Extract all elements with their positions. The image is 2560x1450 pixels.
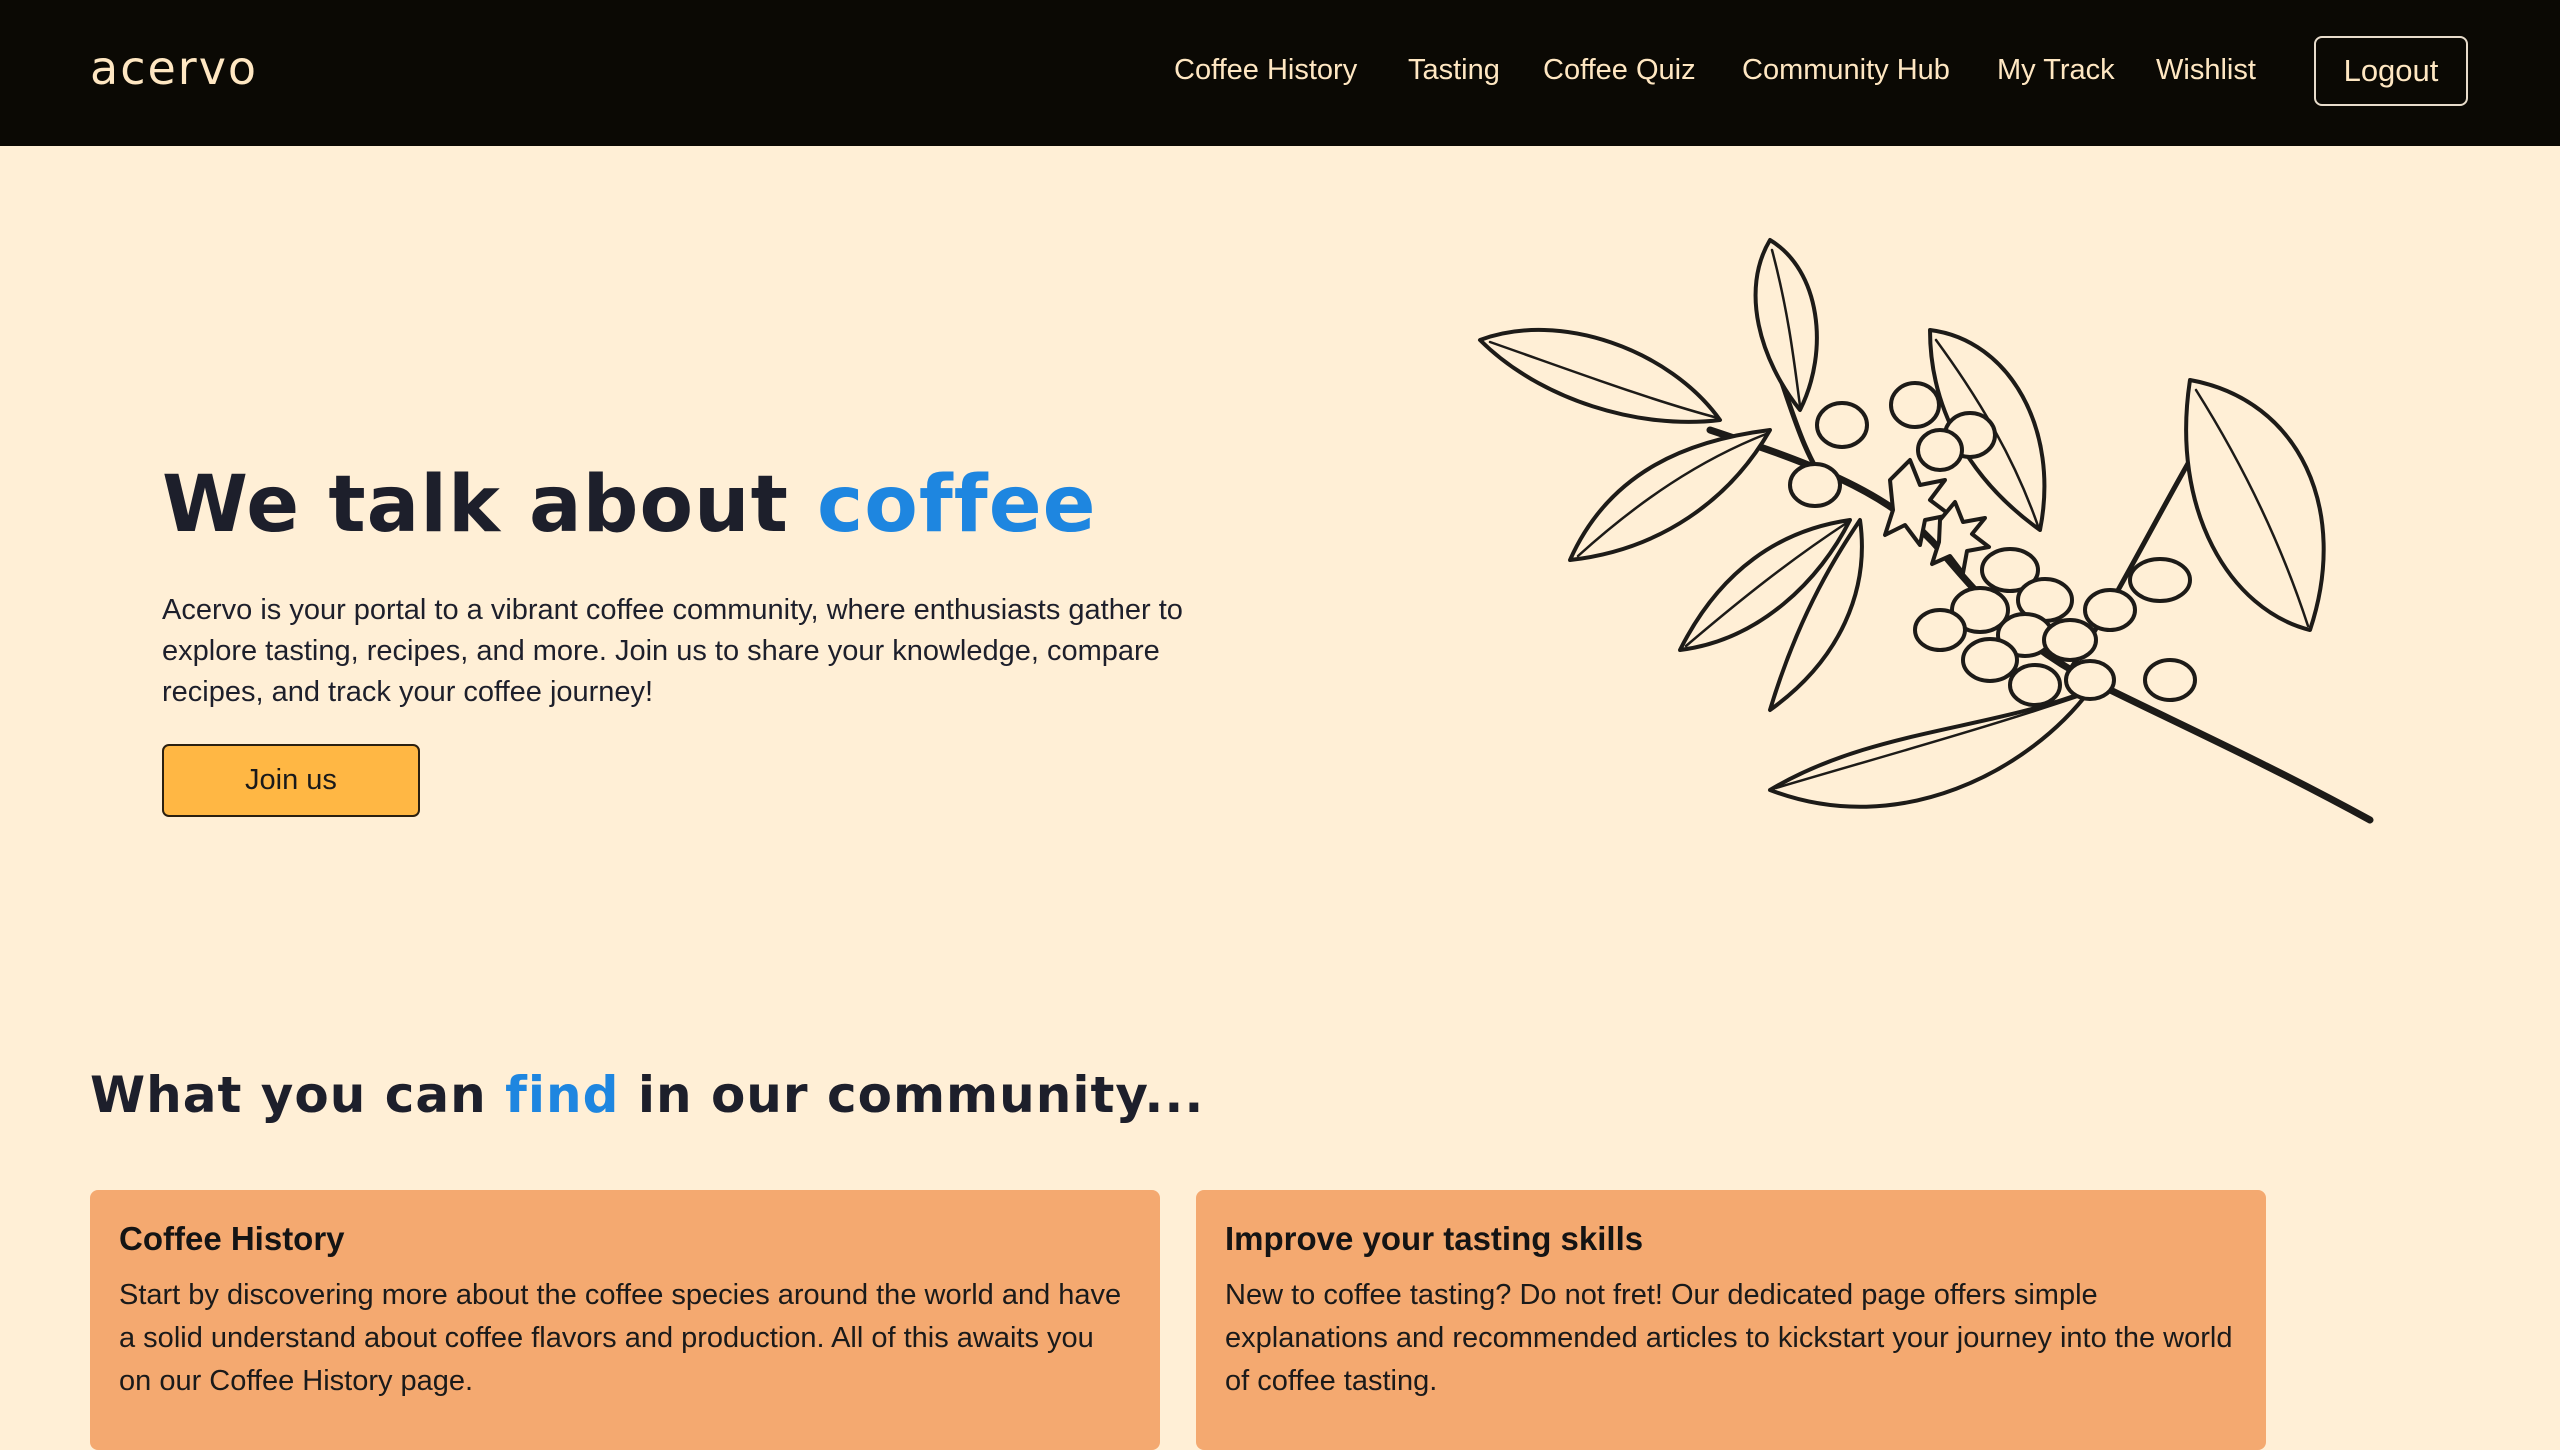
card-text: New to coffee tasting? Do not fret! Our …: [1225, 1279, 2233, 1397]
nav-coffee-history[interactable]: Coffee History: [1174, 50, 1357, 90]
tasting-skills-card[interactable]: Improve your tasting skills New to coffe…: [1196, 1190, 2266, 1450]
card-title: Coffee History: [119, 1220, 345, 1257]
community-title-suffix: in our community...: [619, 1066, 1205, 1124]
nav-my-track[interactable]: My Track: [1997, 50, 2115, 90]
community-section-title: What you can find in our community...: [90, 1058, 1204, 1132]
nav-community-hub[interactable]: Community Hub: [1742, 50, 1950, 90]
logout-button[interactable]: Logout: [2314, 36, 2468, 106]
card-text: Start by discovering more about the coff…: [119, 1279, 1122, 1397]
hero-title-accent: coffee: [817, 460, 1097, 550]
hero-title-prefix: We talk about: [162, 460, 818, 550]
community-title-accent: find: [505, 1066, 620, 1124]
card-title: Improve your tasting skills: [1225, 1220, 1644, 1257]
join-us-button[interactable]: Join us: [162, 744, 420, 817]
coffee-history-card[interactable]: Coffee History Start by discovering more…: [90, 1190, 1160, 1450]
site-logo[interactable]: acervo: [90, 38, 258, 98]
community-title-prefix: What you can: [90, 1066, 506, 1124]
hero-title: We talk about coffee: [162, 450, 1097, 560]
nav-wishlist[interactable]: Wishlist: [2156, 50, 2256, 90]
coffee-branch-illustration: [1478, 238, 2374, 824]
nav-coffee-quiz[interactable]: Coffee Quiz: [1543, 50, 1696, 90]
hero-description: Acervo is your portal to a vibrant coffe…: [162, 594, 1183, 708]
nav-tasting[interactable]: Tasting: [1408, 50, 1500, 90]
top-navbar: acervo Coffee History Tasting Coffee Qui…: [0, 0, 2560, 146]
